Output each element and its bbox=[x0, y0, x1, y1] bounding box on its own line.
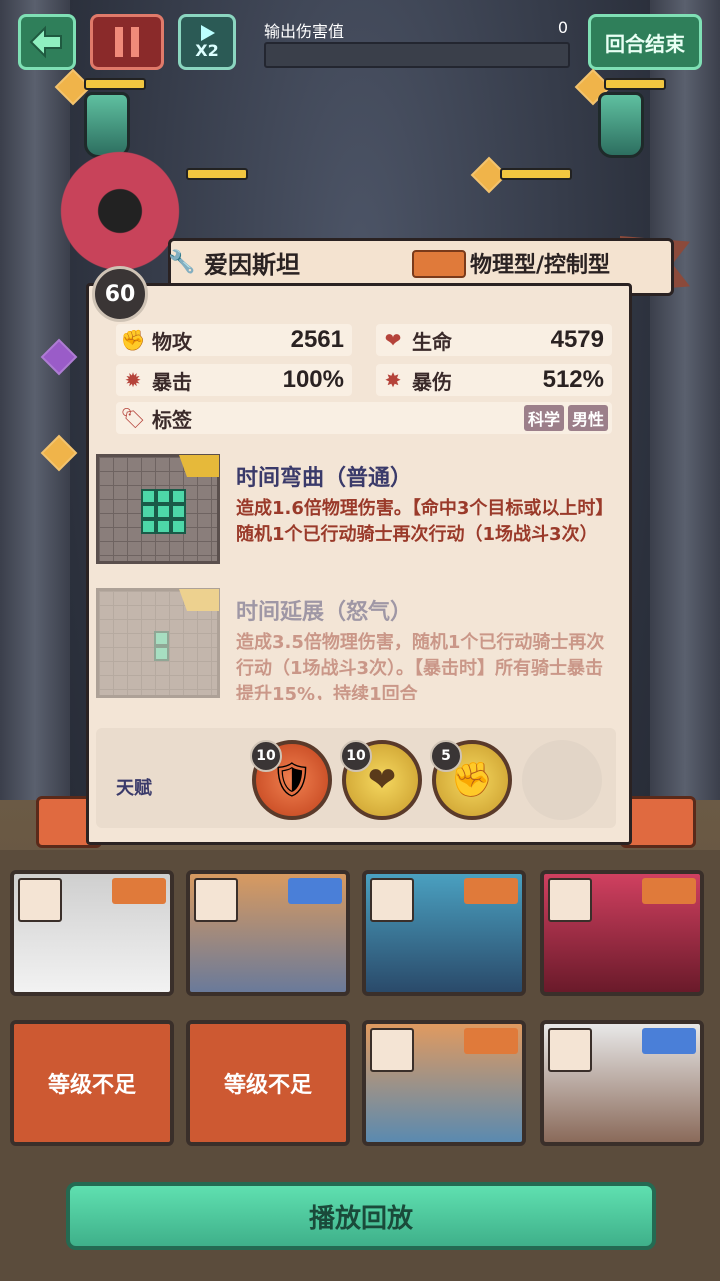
skill-title: 时间弯曲（普通） bbox=[236, 466, 413, 491]
fist-icon: ✊ bbox=[120, 328, 146, 352]
stat-physical-attack: ✊ 物攻 2561 bbox=[116, 324, 352, 356]
hero-tile-8[interactable] bbox=[540, 1020, 704, 1146]
unit-hp-bar bbox=[186, 168, 248, 180]
level-insufficient-label: 等级不足 bbox=[14, 1024, 170, 1142]
stat-health: ❤ 生命 4579 bbox=[376, 324, 612, 356]
character-type: 物理型/控制型 bbox=[470, 253, 611, 278]
range-shape-icon bbox=[194, 878, 238, 922]
replay-button[interactable]: 播放回放 bbox=[66, 1182, 656, 1250]
tag-icon: 🏷 bbox=[120, 406, 146, 430]
crit-icon: ✹ bbox=[124, 368, 142, 392]
damage-meter: 输出伤害值 0 bbox=[262, 18, 570, 68]
hero-tile-7[interactable] bbox=[362, 1020, 526, 1146]
range-shape-icon bbox=[548, 1028, 592, 1072]
hero-tile-4[interactable] bbox=[540, 870, 704, 996]
skill-description: 造成3.5倍物理伤害，随机1个已行动骑士再次行动（1场战斗3次）。【暴击时】所有… bbox=[236, 632, 605, 700]
lantern-enemy bbox=[598, 92, 644, 158]
selected-hero-portrait bbox=[60, 134, 180, 274]
talent-heart[interactable]: ❤ 10 bbox=[340, 740, 422, 820]
refresh-icon bbox=[179, 455, 219, 477]
range-shape-icon bbox=[370, 878, 414, 922]
talent-fist[interactable]: ✊ 5 bbox=[430, 740, 512, 820]
skill-rage[interactable]: 时间延展（怒气） 造成3.5倍物理伤害，随机1个已行动骑士再次行动（1场战斗3次… bbox=[90, 582, 608, 712]
damage-bar bbox=[264, 42, 570, 68]
hero-tile-3[interactable] bbox=[362, 870, 526, 996]
talent-panel: 天赋 🛡 10 ❤ 10 ✊ 5 bbox=[96, 728, 616, 828]
back-arrow-icon bbox=[29, 25, 62, 59]
hero-tile-1[interactable] bbox=[10, 870, 174, 996]
level-insufficient-label: 等级不足 bbox=[190, 1024, 346, 1142]
pause-button[interactable] bbox=[90, 14, 164, 70]
back-button[interactable] bbox=[18, 14, 76, 70]
role-icon bbox=[288, 878, 342, 904]
tag-science: 科学 bbox=[523, 405, 564, 431]
crit-damage-icon: ✸ bbox=[384, 368, 402, 392]
range-shape-icon bbox=[548, 878, 592, 922]
talent-empty-slot bbox=[522, 740, 602, 820]
unit-hp-bar bbox=[604, 78, 666, 90]
role-icon bbox=[112, 878, 166, 904]
damage-label: 输出伤害值 bbox=[264, 22, 345, 41]
right-wall bbox=[650, 0, 720, 800]
pause-icon bbox=[115, 27, 139, 57]
heart-icon: ❤ bbox=[384, 328, 402, 352]
unit-hp-bar bbox=[84, 78, 146, 90]
stat-tags: 🏷 标签 科学 男性 bbox=[116, 402, 612, 434]
play-icon bbox=[201, 24, 215, 41]
character-level: 60 bbox=[92, 266, 148, 322]
skill-description: 造成1.6倍物理伤害。【命中3个目标或以上时】随机1个已行动骑士再次行动（1场战… bbox=[236, 498, 614, 545]
talent-label: 天赋 bbox=[116, 778, 152, 799]
skill-normal[interactable]: 时间弯曲（普通） 造成1.6倍物理伤害。【命中3个目标或以上时】随机1个已行动骑… bbox=[90, 448, 613, 578]
end-turn-button[interactable]: 回合结束 bbox=[588, 14, 702, 70]
hero-tile-6[interactable]: 等级不足 bbox=[186, 1020, 350, 1146]
skill-title: 时间延展（怒气） bbox=[236, 600, 413, 625]
stat-crit-damage: ✸ 暴伤 512% bbox=[376, 364, 612, 396]
hero-tile-5[interactable]: 等级不足 bbox=[10, 1020, 174, 1146]
skill-range-grid bbox=[96, 588, 220, 698]
skill-range-grid bbox=[96, 454, 220, 564]
talent-shield[interactable]: 🛡 10 bbox=[250, 740, 332, 820]
refresh-icon bbox=[179, 589, 219, 611]
role-icon bbox=[642, 1028, 696, 1054]
heart-icon: ❤ bbox=[367, 760, 397, 800]
type-icon bbox=[412, 250, 466, 278]
left-wall bbox=[0, 0, 70, 800]
hero-tile-2[interactable] bbox=[186, 870, 350, 996]
tag-male: 男性 bbox=[567, 405, 608, 431]
speed-button[interactable]: X2 bbox=[178, 14, 236, 70]
role-icon bbox=[464, 1028, 518, 1054]
role-icon bbox=[642, 878, 696, 904]
damage-value: 0 bbox=[557, 18, 568, 37]
wrench-icon: 🔧 bbox=[168, 250, 196, 275]
character-name: 爱因斯坦 bbox=[204, 251, 300, 279]
role-icon bbox=[464, 878, 518, 904]
range-shape-icon bbox=[18, 878, 62, 922]
unit-hp-bar bbox=[500, 168, 572, 180]
range-shape-icon bbox=[370, 1028, 414, 1072]
stat-crit-rate: ✹ 暴击 100% bbox=[116, 364, 352, 396]
speed-label: X2 bbox=[195, 40, 219, 60]
